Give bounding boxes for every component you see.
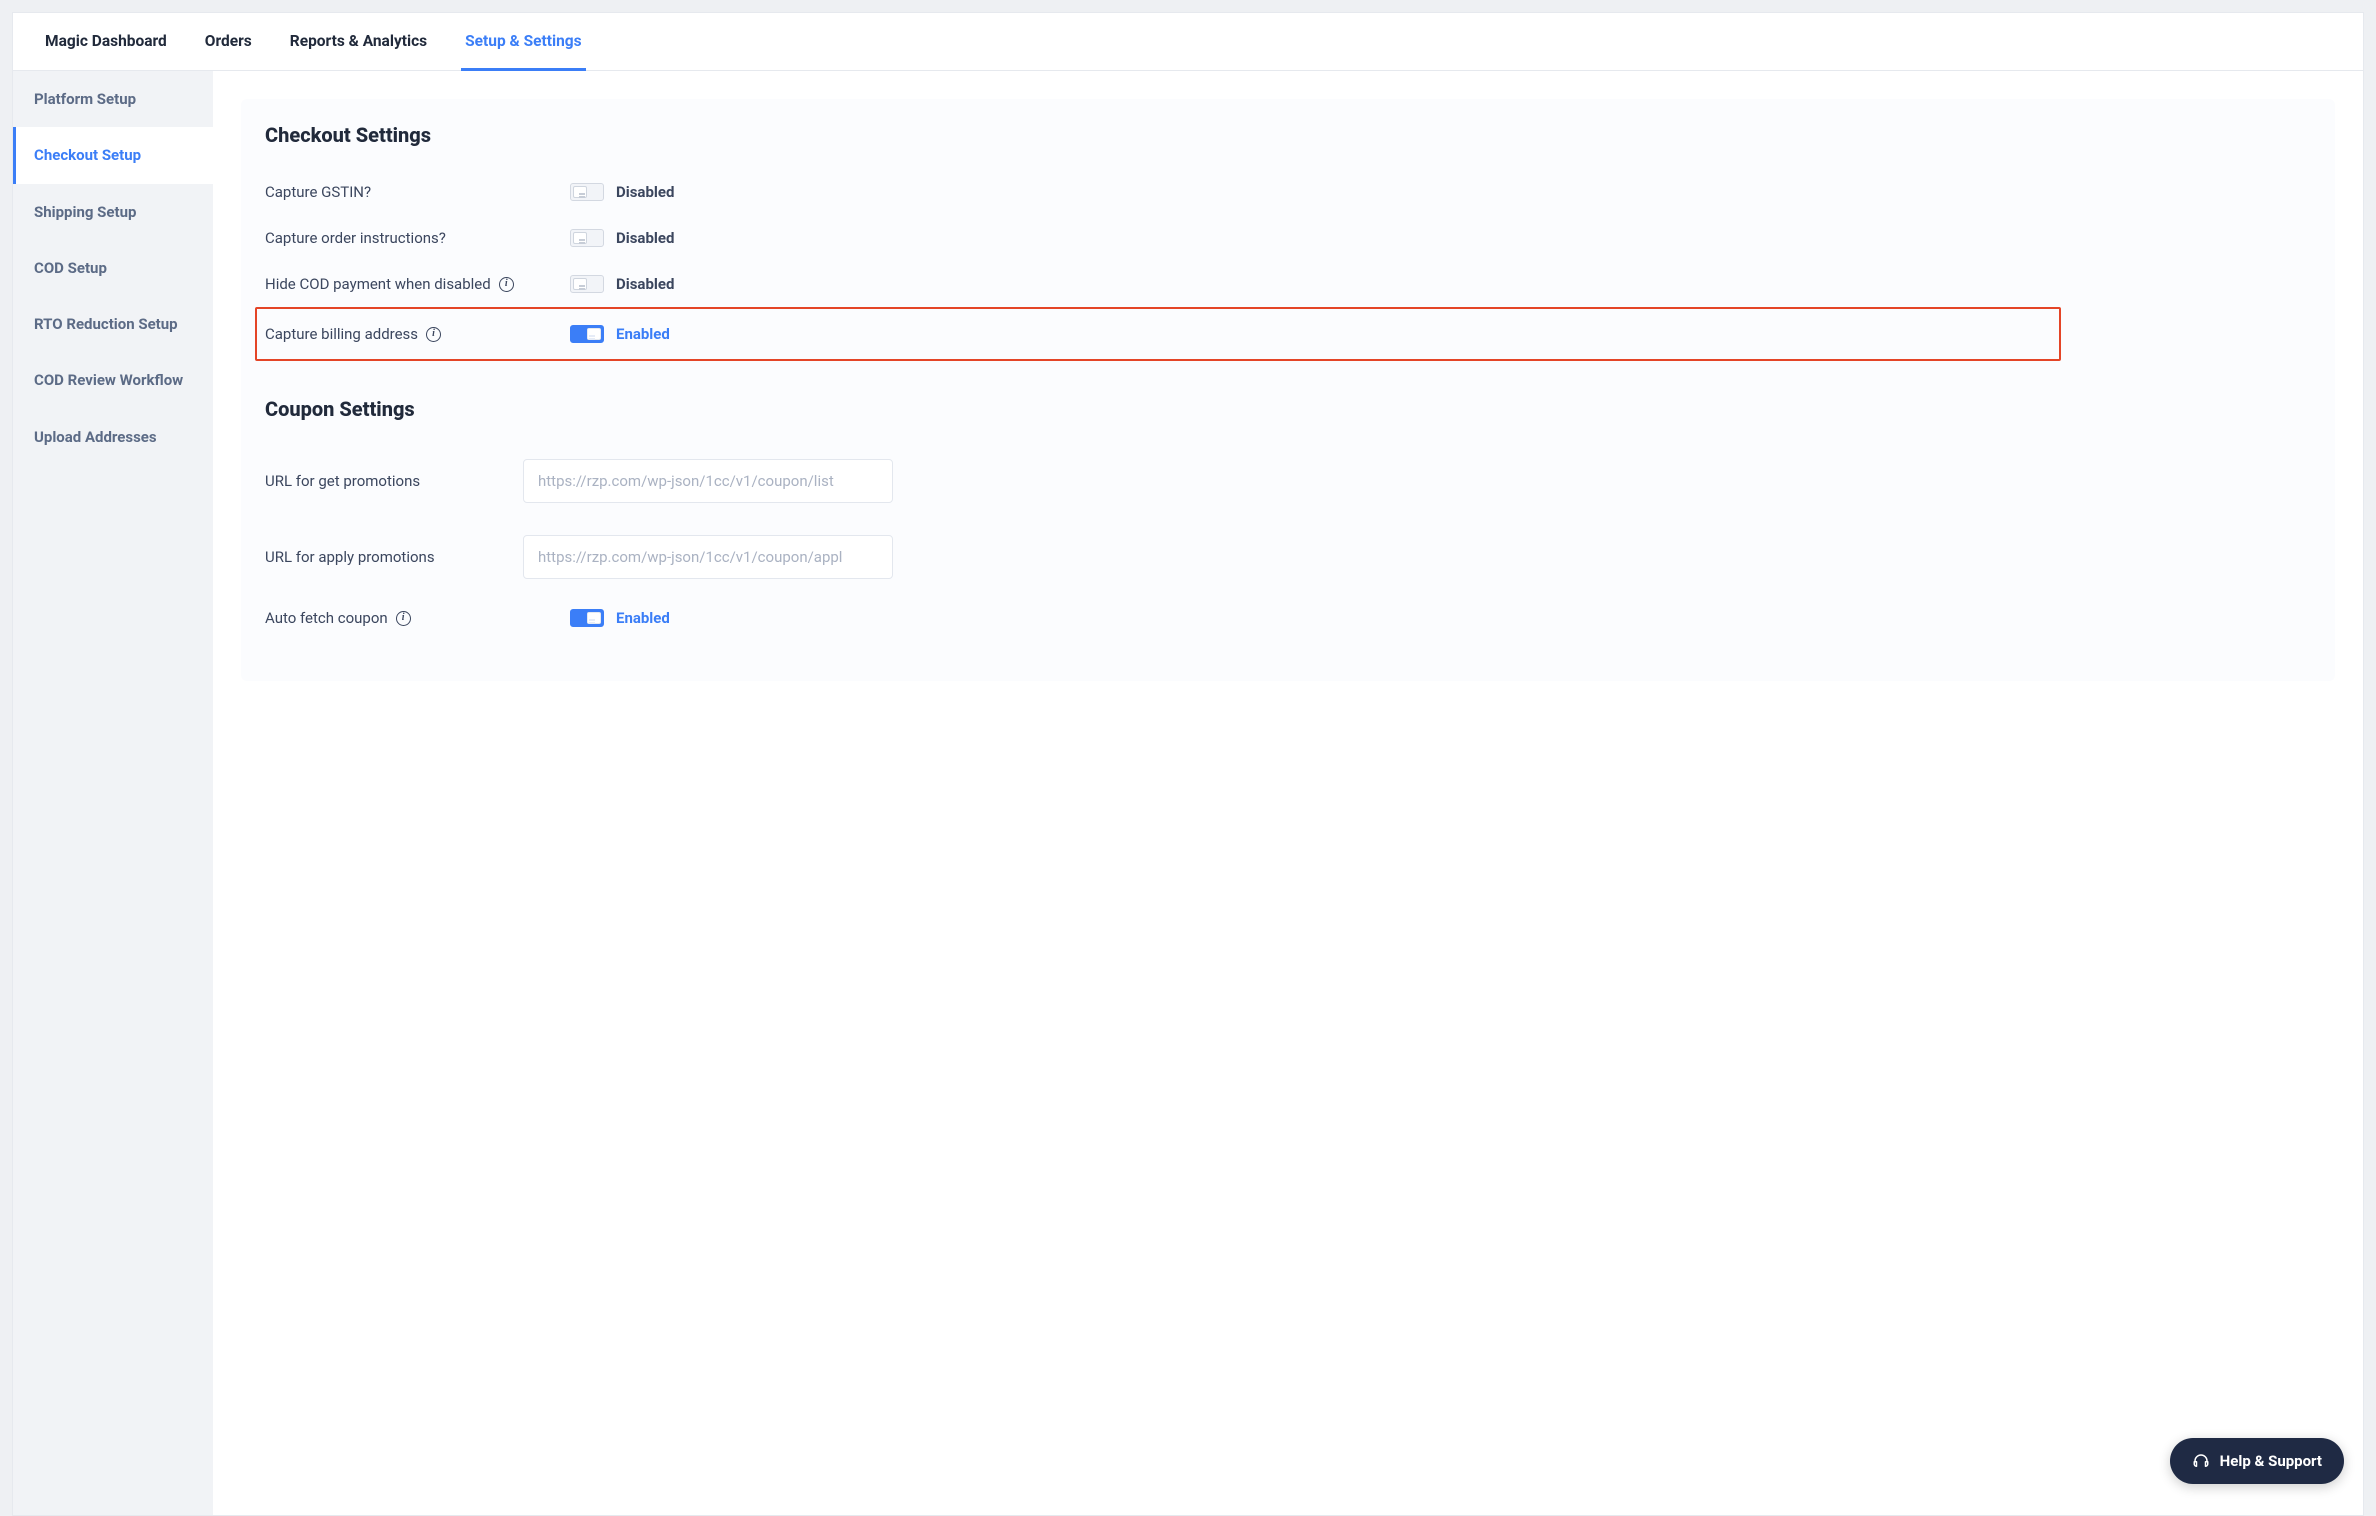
toggle-capture-order-instructions[interactable] bbox=[570, 229, 604, 247]
label-url-get-promotions: URL for get promotions bbox=[265, 472, 420, 490]
sidebar-item-rto-reduction-setup[interactable]: RTO Reduction Setup bbox=[13, 296, 213, 352]
info-icon[interactable]: i bbox=[426, 327, 441, 342]
label-capture-gstin: Capture GSTIN? bbox=[265, 183, 371, 201]
tab-setup-settings[interactable]: Setup & Settings bbox=[461, 13, 585, 71]
input-url-get-promotions[interactable]: https://rzp.com/wp-json/1cc/v1/coupon/li… bbox=[523, 459, 893, 503]
sidebar-item-shipping-setup[interactable]: Shipping Setup bbox=[13, 184, 213, 240]
toggle-auto-fetch-coupon[interactable] bbox=[570, 609, 604, 627]
toggle-hide-cod[interactable] bbox=[570, 275, 604, 293]
toggle-capture-billing[interactable] bbox=[570, 325, 604, 343]
row-url-get-promotions: URL for get promotions https://rzp.com/w… bbox=[265, 443, 2311, 519]
help-support-label: Help & Support bbox=[2220, 1452, 2322, 1470]
label-capture-order-instructions: Capture order instructions? bbox=[265, 229, 446, 247]
status-hide-cod: Disabled bbox=[616, 275, 674, 293]
tab-orders[interactable]: Orders bbox=[201, 13, 256, 71]
label-hide-cod: Hide COD payment when disabled bbox=[265, 275, 491, 293]
status-capture-billing: Enabled bbox=[616, 325, 670, 343]
row-capture-order-instructions: Capture order instructions? Disabled bbox=[265, 215, 2311, 261]
tab-reports-analytics[interactable]: Reports & Analytics bbox=[286, 13, 431, 71]
highlight-capture-billing: Capture billing address i Enabled bbox=[255, 307, 2061, 361]
row-auto-fetch-coupon: Auto fetch coupon i Enabled bbox=[265, 595, 2311, 641]
main-content: Checkout Settings Capture GSTIN? Disable… bbox=[213, 71, 2363, 1515]
row-capture-billing: Capture billing address i Enabled bbox=[265, 317, 2051, 351]
input-url-apply-promotions[interactable]: https://rzp.com/wp-json/1cc/v1/coupon/ap… bbox=[523, 535, 893, 579]
status-capture-gstin: Disabled bbox=[616, 183, 674, 201]
status-auto-fetch-coupon: Enabled bbox=[616, 609, 670, 627]
sidebar-item-cod-setup[interactable]: COD Setup bbox=[13, 240, 213, 296]
info-icon[interactable]: i bbox=[499, 277, 514, 292]
coupon-settings-title: Coupon Settings bbox=[265, 397, 2311, 421]
status-capture-order-instructions: Disabled bbox=[616, 229, 674, 247]
sidebar-item-upload-addresses[interactable]: Upload Addresses bbox=[13, 409, 213, 465]
toggle-capture-gstin[interactable] bbox=[570, 183, 604, 201]
help-support-button[interactable]: Help & Support bbox=[2170, 1438, 2344, 1484]
row-url-apply-promotions: URL for apply promotions https://rzp.com… bbox=[265, 519, 2311, 595]
label-auto-fetch-coupon: Auto fetch coupon bbox=[265, 609, 388, 627]
top-tabs: Magic Dashboard Orders Reports & Analyti… bbox=[13, 13, 2363, 71]
info-icon[interactable]: i bbox=[396, 611, 411, 626]
row-hide-cod: Hide COD payment when disabled i Disable… bbox=[265, 261, 2311, 307]
sidebar-item-cod-review-workflow[interactable]: COD Review Workflow bbox=[13, 352, 213, 408]
row-capture-gstin: Capture GSTIN? Disabled bbox=[265, 169, 2311, 215]
headset-icon bbox=[2192, 1452, 2210, 1470]
sidebar-item-platform-setup[interactable]: Platform Setup bbox=[13, 71, 213, 127]
checkout-settings-title: Checkout Settings bbox=[265, 123, 2311, 147]
label-capture-billing: Capture billing address bbox=[265, 325, 418, 343]
sidebar: Platform Setup Checkout Setup Shipping S… bbox=[13, 71, 213, 1515]
label-url-apply-promotions: URL for apply promotions bbox=[265, 548, 435, 566]
tab-magic-dashboard[interactable]: Magic Dashboard bbox=[41, 13, 171, 71]
sidebar-item-checkout-setup[interactable]: Checkout Setup bbox=[13, 127, 213, 183]
